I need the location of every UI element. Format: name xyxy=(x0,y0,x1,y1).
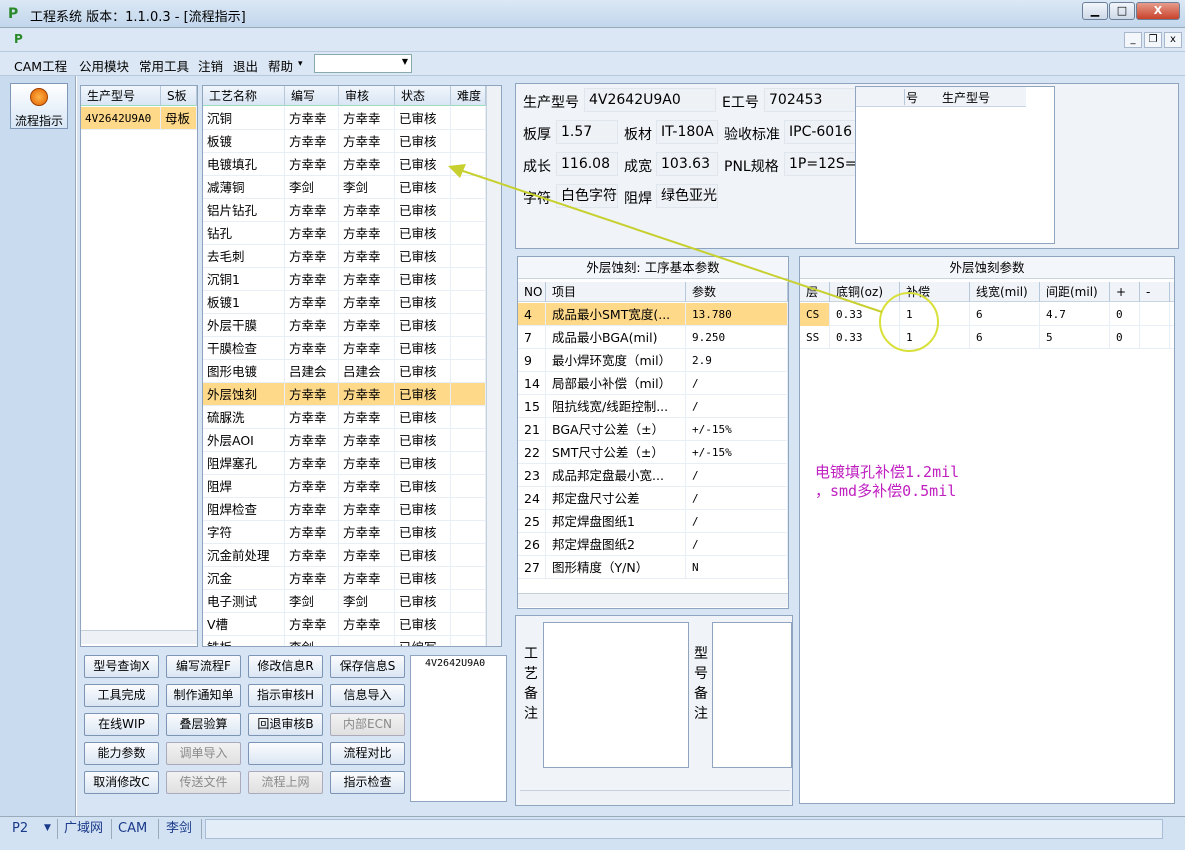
annotation-arrow xyxy=(459,169,883,313)
status-progress xyxy=(205,819,1163,839)
chevron-down-icon: ▼ xyxy=(44,823,51,833)
status-cam: CAM xyxy=(114,819,159,839)
status-network: 广域网 xyxy=(60,819,112,839)
highlight-circle xyxy=(879,292,939,352)
annotation-overlay xyxy=(448,164,939,352)
status-user: 李剑 xyxy=(162,819,202,839)
status-bar: P2 ▼ 广域网 CAM 李剑 xyxy=(0,816,1185,850)
